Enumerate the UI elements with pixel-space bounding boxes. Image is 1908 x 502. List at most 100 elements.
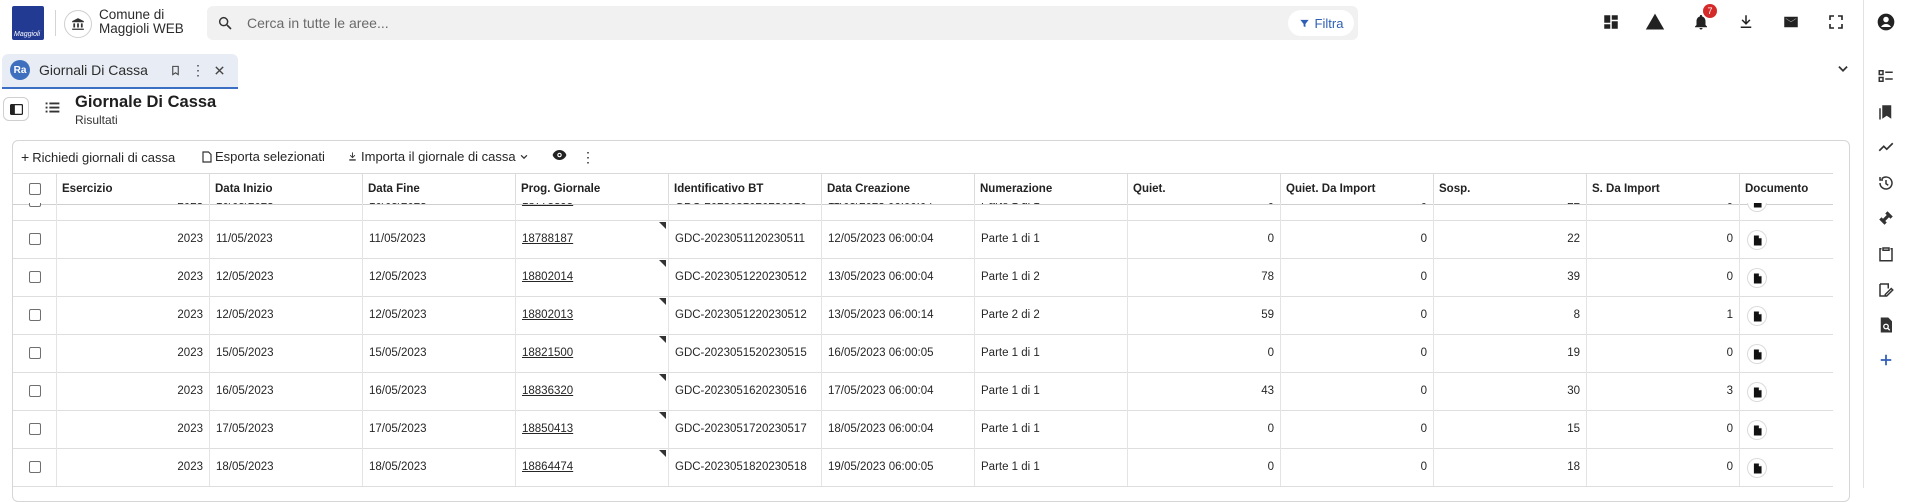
document-icon[interactable]: [1748, 307, 1766, 325]
table-row[interactable]: 2023 15/05/2023 15/05/2023 18821500 GDC-2023…: [13, 334, 1833, 373]
cell-prog[interactable]: 18864474: [515, 448, 668, 486]
row-checkbox[interactable]: [13, 258, 56, 296]
prog-value[interactable]: 18850413: [522, 423, 573, 435]
request-journals-button[interactable]: + Richiedi giornali di cassa: [21, 149, 175, 165]
close-icon[interactable]: [212, 62, 226, 78]
signature-icon[interactable]: [1876, 280, 1896, 300]
add-icon[interactable]: [1876, 350, 1896, 370]
column-header-numerazione[interactable]: Numerazione: [974, 174, 1127, 204]
column-header-sosp[interactable]: Sosp.: [1433, 174, 1586, 204]
numerazione-value: Parte 1 di 1: [981, 461, 1040, 473]
cell-numerazione: Parte 1 di 1: [974, 203, 1127, 220]
numerazione-value: Parte 1 di 1: [981, 233, 1040, 245]
row-checkbox[interactable]: [13, 448, 56, 486]
dashboard-icon[interactable]: [1600, 11, 1622, 33]
search-input[interactable]: Cerca in tutte le aree...: [247, 15, 389, 31]
org-logo[interactable]: Maggioli: [12, 6, 44, 40]
cell-corner-marker: [659, 260, 666, 267]
cell-prog[interactable]: 18802013: [515, 296, 668, 334]
cell-prog[interactable]: 18836320: [515, 372, 668, 410]
document-icon[interactable]: [1748, 345, 1766, 363]
table-row[interactable]: 2023 17/05/2023 17/05/2023 18850413 GDC-2023…: [13, 410, 1833, 449]
account-icon[interactable]: [1876, 12, 1896, 32]
plugin-icon[interactable]: [1876, 208, 1896, 228]
column-header-identificativo-bt[interactable]: Identificativo BT: [668, 174, 821, 204]
column-header-documento[interactable]: Documento: [1739, 174, 1833, 204]
cell-prog[interactable]: 18821500: [515, 334, 668, 372]
document-icon[interactable]: [1748, 459, 1766, 477]
import-journal-button[interactable]: Importa il giornale di cassa: [347, 149, 529, 164]
cell-corner-marker: [659, 298, 666, 305]
row-checkbox[interactable]: [13, 410, 56, 448]
prog-value[interactable]: 18821500: [522, 347, 573, 359]
row-checkbox[interactable]: [13, 372, 56, 410]
table-row[interactable]: 2023 12/05/2023 12/05/2023 18802013 GDC-2023…: [13, 296, 1833, 335]
table-row[interactable]: 2023 18/05/2023 18/05/2023 18864474 GDC-2023…: [13, 448, 1833, 487]
quiet-imp-value: 0: [1420, 385, 1427, 397]
table-row[interactable]: 2023 10/05/2023 10/05/2023 18775395 GDC-2023…: [13, 203, 1833, 221]
cell-quiet-imp: 0: [1280, 448, 1433, 486]
table-row[interactable]: 2023 12/05/2023 12/05/2023 18802014 GDC-2023…: [13, 258, 1833, 297]
warning-icon[interactable]: [1644, 11, 1666, 33]
data-inizio-value: 12/05/2023: [216, 309, 274, 321]
more-vertical-icon[interactable]: ⋮: [581, 149, 595, 166]
column-header-data-inizio[interactable]: Data Inizio: [209, 174, 362, 204]
cell-data-fine: 17/05/2023: [362, 410, 515, 448]
document-icon[interactable]: [1748, 383, 1766, 401]
row-checkbox[interactable]: [13, 334, 56, 372]
column-header-quiet-da-import[interactable]: Quiet. Da Import: [1280, 174, 1433, 204]
document-icon[interactable]: [1748, 269, 1766, 287]
cell-prog[interactable]: 18788187: [515, 220, 668, 258]
cell-numerazione: Parte 1 di 2: [974, 258, 1127, 296]
document-icon[interactable]: [1748, 421, 1766, 439]
trend-icon[interactable]: [1876, 137, 1896, 157]
table-row[interactable]: 2023 11/05/2023 11/05/2023 18788187 GDC-2023…: [13, 220, 1833, 259]
fullscreen-icon[interactable]: [1825, 11, 1847, 33]
prog-value[interactable]: 18864474: [522, 461, 573, 473]
column-header-data-creazione[interactable]: Data Creazione: [821, 174, 974, 204]
visibility-icon[interactable]: [552, 149, 567, 161]
more-vertical-icon[interactable]: ⋮: [191, 62, 205, 78]
prog-value[interactable]: 18836320: [522, 385, 573, 397]
prog-value[interactable]: 18802014: [522, 271, 573, 283]
prog-value[interactable]: 18775395: [522, 203, 573, 207]
cell-prog[interactable]: 18802014: [515, 258, 668, 296]
column-header-prog-giornale[interactable]: Prog. Giornale: [515, 174, 668, 204]
mail-icon[interactable]: [1780, 11, 1802, 33]
data-fine-value: 11/05/2023: [369, 233, 426, 245]
filter-button[interactable]: Filtra: [1288, 10, 1354, 36]
row-checkbox[interactable]: [13, 220, 56, 258]
prog-value[interactable]: 18788187: [522, 233, 573, 245]
checklist-icon[interactable]: [1876, 66, 1896, 86]
table-row[interactable]: 2023 16/05/2023 16/05/2023 18836320 GDC-2023…: [13, 372, 1833, 411]
document-icon[interactable]: [1748, 203, 1766, 211]
document-icon[interactable]: [1748, 231, 1766, 249]
document-search-icon[interactable]: [1876, 315, 1896, 335]
cell-prog[interactable]: 18775395: [515, 203, 668, 220]
numerazione-value: Parte 1 di 1: [981, 423, 1040, 435]
bookmark-icon[interactable]: [168, 62, 182, 78]
panel-toggle-button[interactable]: [3, 97, 29, 121]
column-header-quiet[interactable]: Quiet.: [1127, 174, 1280, 204]
prog-value[interactable]: 18802013: [522, 309, 573, 321]
cell-quiet-imp: 0: [1280, 334, 1433, 372]
column-header-s-da-import[interactable]: S. Da Import: [1586, 174, 1739, 204]
institution-icon[interactable]: [64, 10, 92, 38]
bookmarks-icon[interactable]: [1876, 102, 1896, 122]
cell-prog[interactable]: 18850413: [515, 410, 668, 448]
chevron-down-icon[interactable]: [1836, 62, 1850, 81]
document-cell: [1739, 372, 1833, 410]
list-icon[interactable]: [45, 101, 60, 119]
row-checkbox[interactable]: [13, 203, 56, 220]
history-icon[interactable]: [1876, 173, 1896, 193]
global-search[interactable]: Cerca in tutte le aree... Filtra: [207, 6, 1358, 40]
row-checkbox[interactable]: [13, 296, 56, 334]
export-selected-button[interactable]: Esporta selezionati: [202, 149, 325, 164]
download-icon[interactable]: [1735, 11, 1757, 33]
quiet-imp-value: 0: [1420, 347, 1427, 359]
column-header-esercizio[interactable]: Esercizio: [56, 174, 209, 204]
clipboard-icon[interactable]: [1876, 244, 1896, 264]
column-header-data-fine[interactable]: Data Fine: [362, 174, 515, 204]
tab-giornali-di-cassa[interactable]: Ra Giornali Di Cassa ⋮: [2, 54, 238, 89]
select-all-checkbox[interactable]: [13, 174, 56, 204]
